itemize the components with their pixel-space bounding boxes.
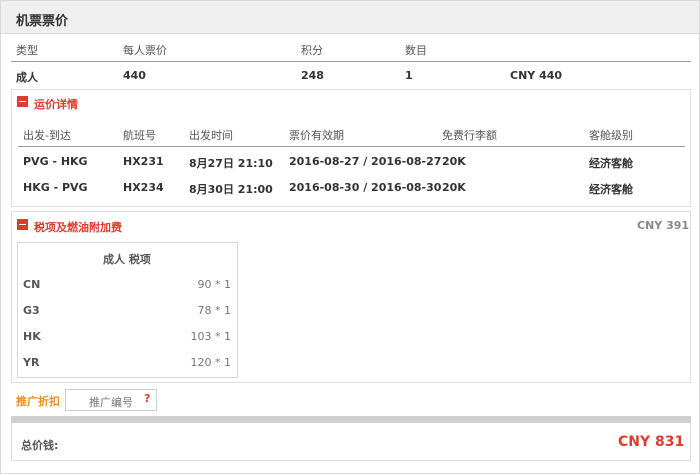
fare-row-baggage: 20K xyxy=(442,155,466,168)
taxes-title[interactable]: 税项及燃油附加费 xyxy=(34,219,122,235)
col-validity: 票价有效期 xyxy=(289,129,344,142)
tax-value: 90 * 1 xyxy=(197,278,232,291)
fare-details-title[interactable]: 运价详情 xyxy=(34,96,78,112)
collapse-taxes-icon[interactable] xyxy=(17,219,28,230)
total-label: 总价钱: xyxy=(21,439,59,452)
promo-label: 推广折扣 xyxy=(16,395,60,408)
fare-row-flight: HX231 xyxy=(123,155,164,168)
summary-divider xyxy=(11,61,691,62)
tax-value: 103 * 1 xyxy=(190,330,232,343)
tax-value: 120 * 1 xyxy=(190,356,232,369)
help-icon[interactable]: ? xyxy=(144,392,150,405)
col-route: 出发-到达 xyxy=(23,129,71,142)
tax-value: 78 * 1 xyxy=(197,304,232,317)
col-flight: 航班号 xyxy=(123,129,156,142)
summary-total: CNY 440 xyxy=(510,69,563,82)
fare-row-cabin: 经济客舱 xyxy=(589,157,633,170)
tax-code: CN xyxy=(23,278,41,291)
panel-title: 机票票价 xyxy=(16,14,69,29)
tax-code: YR xyxy=(23,356,40,369)
col-count: 数目 xyxy=(405,44,427,57)
total-box xyxy=(11,423,691,461)
taxes-total: CNY 391 xyxy=(637,219,690,232)
col-price: 每人票价 xyxy=(123,44,167,57)
fare-panel: 机票票价 类型 每人票价 积分 数目 成人 440 248 1 CNY 440 … xyxy=(0,0,700,474)
fare-details-divider xyxy=(18,146,685,147)
total-separator xyxy=(11,416,691,423)
fare-row-validity: 2016-08-27 / 2016-08-27 xyxy=(289,155,442,168)
fare-row-baggage: 20K xyxy=(442,181,466,194)
fare-row-route: PVG - HKG xyxy=(23,155,88,168)
fare-row-route: HKG - PVG xyxy=(23,181,88,194)
fare-row-depart: 8月30日 21:00 xyxy=(189,183,273,196)
fare-row-depart: 8月27日 21:10 xyxy=(189,157,273,170)
summary-type: 成人 xyxy=(16,71,38,84)
fare-row-flight: HX234 xyxy=(123,181,164,194)
col-type: 类型 xyxy=(16,44,38,57)
tax-table-header: 成人 税项 xyxy=(103,253,151,266)
col-depart: 出发时间 xyxy=(189,129,233,142)
fare-row-validity: 2016-08-30 / 2016-08-30 xyxy=(289,181,442,194)
panel-header: 机票票价 xyxy=(1,1,699,34)
tax-code: G3 xyxy=(23,304,40,317)
summary-points: 248 xyxy=(301,69,324,82)
collapse-fare-details-icon[interactable] xyxy=(17,96,28,107)
fare-row-cabin: 经济客舱 xyxy=(589,183,633,196)
col-baggage: 免费行李额 xyxy=(442,129,497,142)
summary-price: 440 xyxy=(123,69,146,82)
summary-count: 1 xyxy=(405,69,413,82)
col-cabin: 客舱级别 xyxy=(589,129,633,142)
tax-code: HK xyxy=(23,330,41,343)
col-points: 积分 xyxy=(301,44,323,57)
total-price: CNY 831 xyxy=(618,434,685,450)
